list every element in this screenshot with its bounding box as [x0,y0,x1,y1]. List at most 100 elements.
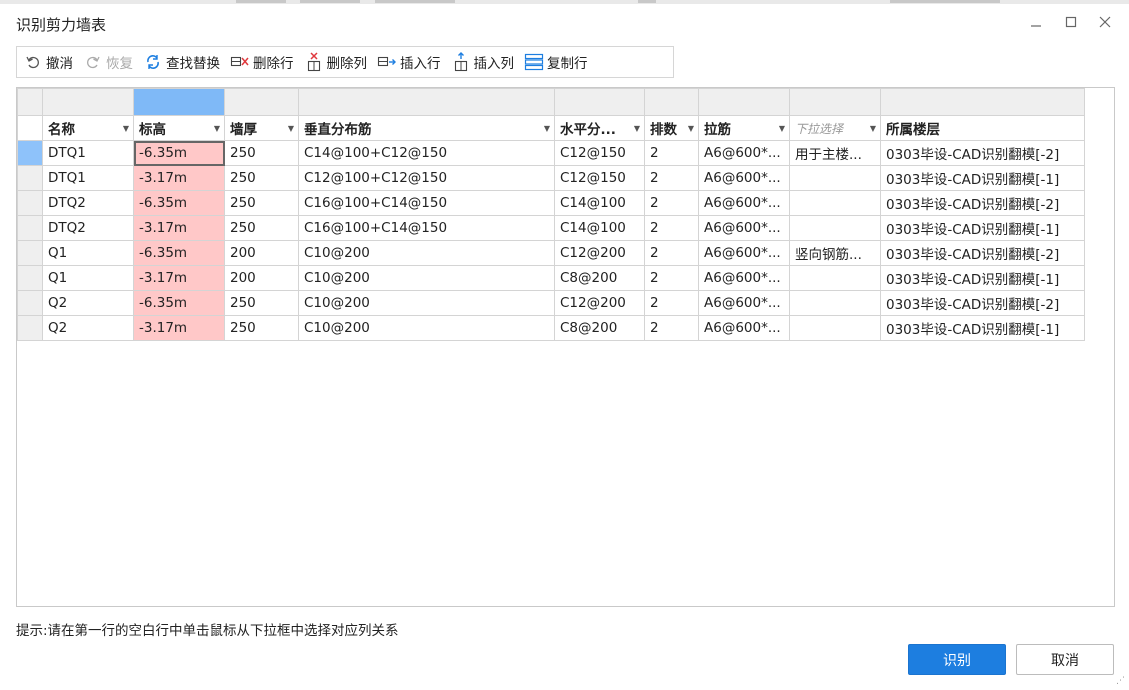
cell-rows[interactable]: 2 [644,190,699,216]
cell-vertical-rebar[interactable]: C16@100+C14@150 [298,190,555,216]
recognize-button[interactable]: 识别 [908,644,1006,675]
cell-horizontal-rebar[interactable]: C12@150 [554,165,645,191]
cell-name[interactable]: DTQ2 [42,215,134,241]
mapping-cell[interactable] [880,88,1085,116]
row-selector[interactable] [17,315,43,341]
cell-dropdown-col[interactable]: 竖向钢筋... [789,240,881,266]
mapping-cell[interactable] [554,88,645,116]
cell-horizontal-rebar[interactable]: C14@100 [554,215,645,241]
cell-tie-bar[interactable]: A6@600*... [698,290,790,316]
close-icon[interactable] [1092,9,1118,35]
cell-vertical-rebar[interactable]: C10@200 [298,265,555,291]
header-cell[interactable]: 所属楼层 [880,115,1085,141]
insert-row-button[interactable]: 插入行 [377,47,441,77]
cell-elevation[interactable]: -3.17m [133,165,225,191]
cell-rows[interactable]: 2 [644,315,699,341]
redo-button[interactable]: 恢复 [83,47,133,77]
header-dropdown[interactable]: 水平分... ▼ [554,115,645,141]
cell-name[interactable]: DTQ1 [42,165,134,191]
cell-name[interactable]: Q1 [42,240,134,266]
find-replace-button[interactable]: 查找替换 [143,47,220,77]
cell-thickness[interactable]: 250 [224,140,299,166]
cell-tie-bar[interactable]: A6@600*... [698,265,790,291]
cell-vertical-rebar[interactable]: C14@100+C12@150 [298,140,555,166]
cell-name[interactable]: DTQ2 [42,190,134,216]
delete-row-button[interactable]: 删除行 [230,47,294,77]
cell-floor[interactable]: 0303毕设-CAD识别翻模[-1] [880,315,1085,341]
cell-thickness[interactable]: 200 [224,265,299,291]
cell-rows[interactable]: 2 [644,290,699,316]
cell-elevation[interactable]: -6.35m [133,190,225,216]
cancel-button[interactable]: 取消 [1016,644,1114,675]
cell-name[interactable]: Q2 [42,315,134,341]
cell-rows[interactable]: 2 [644,165,699,191]
resize-grip-icon[interactable]: ⋰ [1116,676,1125,686]
header-dropdown[interactable]: 墙厚 ▼ [224,115,299,141]
cell-vertical-rebar[interactable]: C16@100+C14@150 [298,215,555,241]
cell-floor[interactable]: 0303毕设-CAD识别翻模[-2] [880,240,1085,266]
cell-thickness[interactable]: 250 [224,215,299,241]
header-dropdown[interactable]: 标高 ▼ [133,115,225,141]
header-dropdown[interactable]: 名称 ▼ [42,115,134,141]
cell-floor[interactable]: 0303毕设-CAD识别翻模[-1] [880,165,1085,191]
cell-horizontal-rebar[interactable]: C12@200 [554,290,645,316]
cell-dropdown-col[interactable] [789,290,881,316]
row-selector[interactable] [17,290,43,316]
cell-tie-bar[interactable]: A6@600*... [698,240,790,266]
cell-elevation[interactable]: -3.17m [133,315,225,341]
cell-tie-bar[interactable]: A6@600*... [698,165,790,191]
minimize-icon[interactable] [1023,9,1049,35]
cell-tie-bar[interactable]: A6@600*... [698,315,790,341]
row-selector[interactable] [17,165,43,191]
cell-name[interactable]: Q2 [42,290,134,316]
cell-tie-bar[interactable]: A6@600*... [698,215,790,241]
cell-rows[interactable]: 2 [644,140,699,166]
cell-elevation[interactable]: -6.35m [133,240,225,266]
mapping-cell[interactable] [698,88,790,116]
cell-elevation-active[interactable]: -6.35m [133,140,225,166]
cell-floor[interactable]: 0303毕设-CAD识别翻模[-2] [880,190,1085,216]
cell-vertical-rebar[interactable]: C10@200 [298,290,555,316]
cell-thickness[interactable]: 250 [224,290,299,316]
cell-dropdown-col[interactable] [789,165,881,191]
maximize-icon[interactable] [1058,9,1084,35]
row-selector[interactable] [17,240,43,266]
mapping-cell[interactable] [42,88,134,116]
cell-floor[interactable]: 0303毕设-CAD识别翻模[-2] [880,290,1085,316]
cell-dropdown-col[interactable] [789,215,881,241]
cell-thickness[interactable]: 250 [224,190,299,216]
cell-vertical-rebar[interactable]: C12@100+C12@150 [298,165,555,191]
copy-row-button[interactable]: 复制行 [524,47,588,77]
cell-vertical-rebar[interactable]: C10@200 [298,315,555,341]
cell-horizontal-rebar[interactable]: C8@200 [554,265,645,291]
cell-horizontal-rebar[interactable]: C12@200 [554,240,645,266]
row-selector[interactable] [17,190,43,216]
insert-col-button[interactable]: 插入列 [451,47,514,77]
mapping-cell[interactable] [644,88,699,116]
header-dropdown[interactable]: 垂直分布筋 ▼ [298,115,555,141]
data-grid[interactable]: 名称 ▼ 标高 ▼ 墙厚 ▼ 垂直分布筋 ▼ 水平分... ▼ 排数 ▼ 拉筋 ▼ 下拉选择 ▼… [16,87,1115,607]
cell-rows[interactable]: 2 [644,240,699,266]
row-selector[interactable] [17,215,43,241]
header-dropdown-placeholder[interactable]: 下拉选择 ▼ [789,115,881,141]
header-dropdown[interactable]: 排数 ▼ [644,115,699,141]
header-dropdown[interactable]: 拉筋 ▼ [698,115,790,141]
cell-rows[interactable]: 2 [644,265,699,291]
cell-floor[interactable]: 0303毕设-CAD识别翻模[-1] [880,215,1085,241]
cell-dropdown-col[interactable]: 用于主楼... [789,140,881,166]
cell-rows[interactable]: 2 [644,215,699,241]
mapping-cell[interactable] [298,88,555,116]
cell-elevation[interactable]: -3.17m [133,265,225,291]
cell-floor[interactable]: 0303毕设-CAD识别翻模[-1] [880,265,1085,291]
cell-name[interactable]: DTQ1 [42,140,134,166]
undo-button[interactable]: 撤消 [23,47,73,77]
cell-name[interactable]: Q1 [42,265,134,291]
cell-thickness[interactable]: 250 [224,165,299,191]
cell-tie-bar[interactable]: A6@600*... [698,140,790,166]
mapping-cell[interactable] [789,88,881,116]
cell-floor[interactable]: 0303毕设-CAD识别翻模[-2] [880,140,1085,166]
cell-dropdown-col[interactable] [789,315,881,341]
cell-horizontal-rebar[interactable]: C12@150 [554,140,645,166]
delete-col-button[interactable]: 删除列 [304,47,367,77]
cell-dropdown-col[interactable] [789,265,881,291]
